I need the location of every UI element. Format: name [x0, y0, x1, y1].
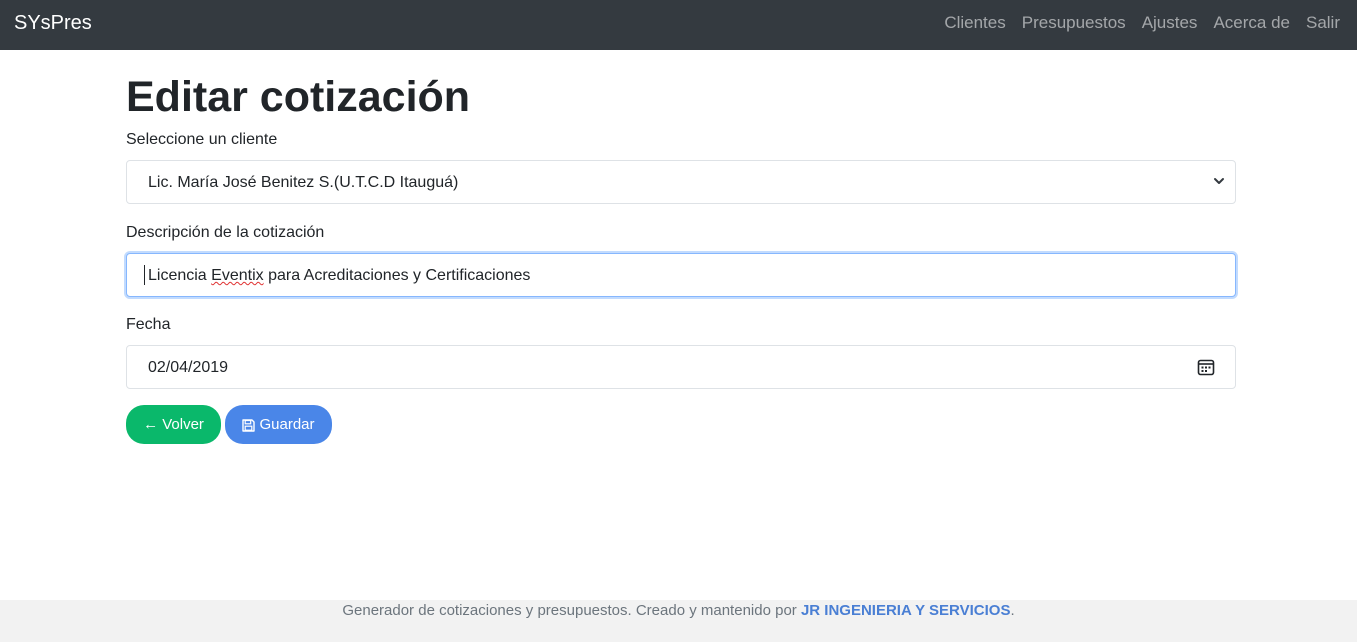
back-button[interactable]: ← Volver	[126, 405, 221, 444]
date-value: 02/04/2019	[148, 359, 229, 376]
footer-period: .	[1010, 602, 1015, 619]
date-label: Fecha	[126, 316, 171, 333]
page-footer: Generador de cotizaciones y presupuestos…	[0, 600, 1357, 642]
page-title: Editar cotización	[126, 73, 471, 121]
floppy-disk-icon	[242, 418, 256, 432]
nav-link-ajustes[interactable]: Ajustes	[1142, 12, 1198, 34]
description-input[interactable]: Licencia Eventix para Acreditaciones y C…	[126, 253, 1236, 297]
calendar-icon[interactable]	[1197, 358, 1215, 376]
text-caret	[144, 265, 145, 285]
nav-link-salir[interactable]: Salir	[1306, 12, 1340, 34]
misspelled-word: Eventix	[211, 267, 264, 284]
nav-link-acerca-de[interactable]: Acerca de	[1213, 12, 1290, 34]
client-select[interactable]: Lic. María José Benitez S.(U.T.C.D Itaug…	[126, 160, 1236, 204]
save-button[interactable]: Guardar	[225, 405, 332, 444]
save-button-label: Guardar	[259, 416, 315, 433]
description-label: Descripción de la cotización	[126, 224, 325, 241]
footer-company-link[interactable]: JR INGENIERIA Y SERVICIOS	[801, 602, 1011, 619]
app-brand[interactable]: SYsPres	[14, 11, 92, 35]
footer-credit-text: Generador de cotizaciones y presupuestos…	[342, 602, 801, 619]
nav-link-presupuestos[interactable]: Presupuestos	[1022, 12, 1126, 34]
description-value: Licencia Eventix para Acreditaciones y C…	[148, 266, 530, 286]
top-navbar: SYsPres Clientes Presupuestos Ajustes Ac…	[0, 0, 1357, 50]
description-suffix: para Acreditaciones y Certificaciones	[263, 267, 531, 284]
nav-links: Clientes Presupuestos Ajustes Acerca de …	[944, 12, 1340, 34]
client-label: Seleccione un cliente	[126, 131, 278, 148]
client-select-value: Lic. María José Benitez S.(U.T.C.D Itaug…	[148, 174, 459, 191]
nav-link-clientes[interactable]: Clientes	[944, 12, 1005, 34]
date-input[interactable]: 02/04/2019	[126, 345, 1236, 389]
chevron-down-icon	[1214, 178, 1224, 184]
description-prefix: Licencia	[148, 267, 212, 284]
footer-text: Generador de cotizaciones y presupuestos…	[0, 600, 1357, 622]
